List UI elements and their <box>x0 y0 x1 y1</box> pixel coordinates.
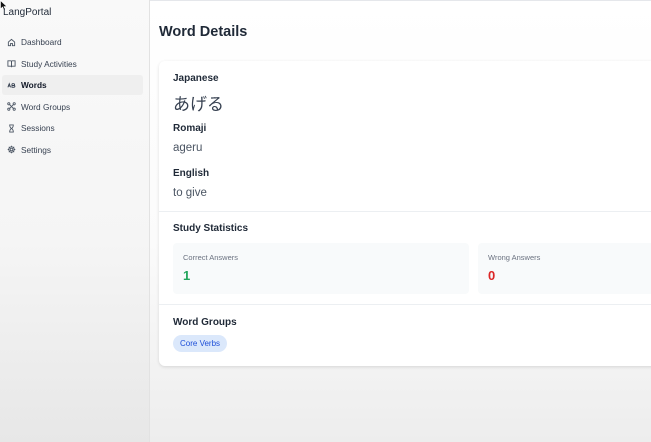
correct-answers-label: Correct Answers <box>183 253 239 262</box>
top-border <box>150 0 651 1</box>
sidebar-item-word-groups[interactable]: Word Groups <box>2 97 143 117</box>
sidebar: LangPortal Dashboard Study Activities Wo… <box>0 0 150 442</box>
word-group-badge[interactable]: Core Verbs <box>173 335 228 352</box>
section-divider <box>159 211 651 212</box>
sidebar-item-label: Study Activities <box>21 58 77 69</box>
correct-answers-box: Correct Answers 1 <box>173 243 469 294</box>
correct-answers-value: 1 <box>183 268 191 283</box>
book-icon <box>7 59 16 68</box>
sidebar-item-label: Sessions <box>21 123 55 133</box>
sidebar-item-study-activities[interactable]: Study Activities <box>2 54 143 74</box>
page-title: Word Details <box>159 24 248 40</box>
main-content: Word Details Japanese あげる Romaji ageru E… <box>150 0 651 442</box>
japanese-label: Japanese <box>173 73 219 84</box>
wrong-answers-box: Wrong Answers 0 <box>478 243 651 294</box>
sidebar-item-label: Settings <box>21 144 51 155</box>
sidebar-item-settings[interactable]: Settings <box>2 140 143 160</box>
romaji-label: Romaji <box>173 123 207 134</box>
english-value: to give <box>173 187 207 199</box>
words-icon <box>7 81 16 90</box>
sidebar-item-words[interactable]: Words <box>2 75 143 95</box>
romaji-value: ageru <box>173 142 203 154</box>
wrong-answers-label: Wrong Answers <box>488 253 541 262</box>
study-statistics-title: Study Statistics <box>173 223 249 234</box>
hourglass-icon <box>7 123 16 133</box>
sidebar-nav: Dashboard Study Activities Words Word Gr… <box>0 31 145 161</box>
app-title[interactable]: LangPortal <box>3 7 51 18</box>
gear-icon <box>7 145 16 154</box>
word-groups-title: Word Groups <box>173 317 237 328</box>
english-label: English <box>173 168 210 179</box>
sidebar-item-label: Words <box>21 80 47 90</box>
sidebar-item-dashboard[interactable]: Dashboard <box>2 32 143 52</box>
sidebar-item-label: Word Groups <box>21 101 71 112</box>
wrong-answers-value: 0 <box>488 268 496 283</box>
groups-icon <box>7 102 16 111</box>
sidebar-item-sessions[interactable]: Sessions <box>2 118 143 138</box>
home-icon <box>7 38 16 47</box>
section-divider <box>159 304 651 305</box>
japanese-value: あげる <box>173 95 224 114</box>
word-details-card: Japanese あげる Romaji ageru English to giv… <box>159 61 651 366</box>
sidebar-item-label: Dashboard <box>21 37 62 47</box>
